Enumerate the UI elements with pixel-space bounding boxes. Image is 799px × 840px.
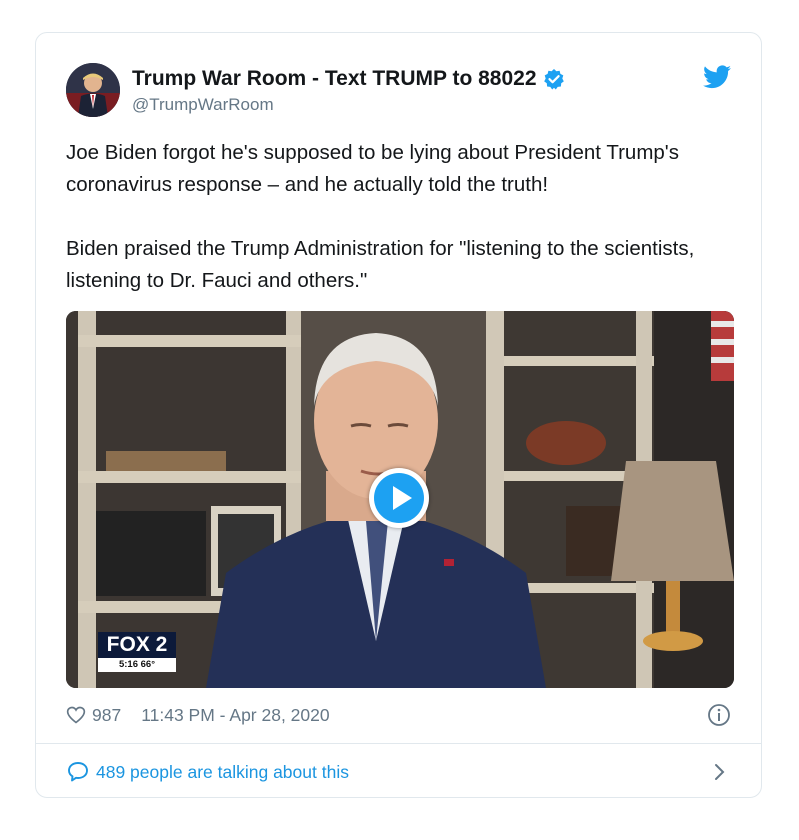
author-handle[interactable]: @TrumpWarRoom (132, 95, 565, 115)
author-names: Trump War Room - Text TRUMP to 88022 @Tr… (132, 67, 565, 115)
tweet-body: Joe Biden forgot he's supposed to be lyi… (66, 137, 731, 297)
conversation-link[interactable]: 489 people are talking about this (66, 757, 731, 787)
twitter-bird-icon[interactable] (703, 65, 731, 89)
tweet-paragraph: Biden praised the Trump Administration f… (66, 237, 695, 292)
video-thumbnail[interactable]: FOX 2 5:16 66° (66, 311, 734, 688)
verified-badge-icon (543, 68, 565, 90)
avatar[interactable] (66, 63, 120, 117)
time-temp-label: 5:16 66° (98, 658, 176, 672)
play-icon[interactable] (369, 468, 429, 528)
tweet-paragraph: Joe Biden forgot he's supposed to be lyi… (66, 141, 679, 196)
channel-label: FOX 2 (98, 632, 176, 658)
tweet-timestamp[interactable]: 11:43 PM - Apr 28, 2020 (141, 705, 329, 726)
chevron-right-icon[interactable] (713, 762, 727, 782)
info-icon[interactable] (707, 703, 731, 727)
talking-count-link[interactable]: 489 people are talking about this (96, 762, 349, 783)
author-display-name[interactable]: Trump War Room - Text TRUMP to 88022 (132, 67, 537, 91)
tweet-meta: 987 11:43 PM - Apr 28, 2020 (66, 701, 731, 729)
fox2-logo: FOX 2 5:16 66° (98, 632, 176, 676)
tweet-header: Trump War Room - Text TRUMP to 88022 @Tr… (66, 63, 731, 123)
footer-divider (36, 743, 761, 744)
author-name-row[interactable]: Trump War Room - Text TRUMP to 88022 (132, 67, 565, 91)
heart-icon[interactable] (66, 705, 86, 725)
like-count[interactable]: 987 (92, 705, 121, 726)
speech-bubble-icon (66, 760, 90, 784)
embedded-tweet-card: Trump War Room - Text TRUMP to 88022 @Tr… (35, 32, 762, 798)
